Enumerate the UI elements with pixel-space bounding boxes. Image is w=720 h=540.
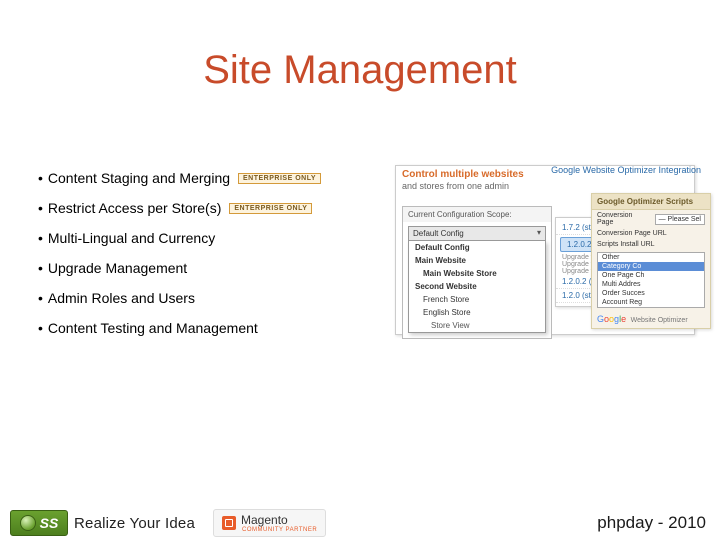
conversion-page-select[interactable]: — Please Sel [655,214,705,225]
magento-text-block: Magento COMMUNITY PARTNER [241,513,317,533]
scope-option[interactable]: Store View [409,319,545,332]
bullet-icon: • [38,320,44,336]
bullet-text: Restrict Access per Store(s) [48,200,222,216]
scope-label: Current Configuration Scope: [403,207,551,222]
globe-icon [20,515,36,531]
magento-icon [222,516,236,530]
oss-text: SS [40,515,59,531]
list-option[interactable]: Multi Addres [598,280,704,289]
list-option[interactable]: Order Succes [598,289,704,298]
optimizer-title: Google Website Optimizer Integration [551,165,701,176]
enterprise-badge: ENTERPRISE ONLY [229,203,312,214]
google-product: Website Optimizer [631,317,688,324]
optimizer-list: Other Category Co One Page Ch Multi Addr… [597,252,705,308]
bullet-icon: • [38,170,44,186]
enterprise-badge: ENTERPRISE ONLY [238,173,321,184]
bullet-icon: • [38,230,44,246]
screenshot-collage: Control multiple websites and stores fro… [395,165,705,345]
google-logo: Google Website Optimizer [592,310,710,324]
optimizer-section-header: Google Optimizer Scripts [592,194,710,210]
list-item: • Restrict Access per Store(s) ENTERPRIS… [38,200,378,216]
event-label: phpday - 2010 [597,513,706,533]
realize-text: Realize Your Idea [74,515,195,532]
magento-subtext: COMMUNITY PARTNER [242,527,317,533]
field-label: Conversion Page [597,212,651,226]
optimizer-row: Scripts Install URL [592,239,710,250]
field-label: Scripts Install URL [597,241,655,248]
scope-dropdown-list: Default Config Main Website Main Website… [408,241,546,333]
slide-title: Site Management [0,48,720,93]
scope-option[interactable]: French Store [409,293,545,306]
footer: SS Realize Your Idea Magento COMMUNITY P… [0,500,720,540]
optimizer-panel: Google Optimizer Scripts Conversion Page… [591,193,711,329]
scope-option[interactable]: English Store [409,306,545,319]
bullet-text: Multi-Lingual and Currency [48,230,215,246]
oss-logo-block: SS Realize Your Idea [10,510,195,536]
list-option[interactable]: Other [598,253,704,262]
bullet-icon: • [38,260,44,276]
bullet-list: • Content Staging and Merging ENTERPRISE… [38,170,378,350]
optimizer-row: Conversion Page — Please Sel [592,210,710,228]
scope-option[interactable]: Second Website [409,280,545,293]
field-label: Conversion Page URL [597,230,667,237]
list-option[interactable]: Category Co [598,262,704,271]
list-item: • Multi-Lingual and Currency [38,230,378,246]
list-item: • Content Testing and Management [38,320,378,336]
slide: Site Management • Content Staging and Me… [0,0,720,540]
oss-badge-icon: SS [10,510,68,536]
list-item: • Content Staging and Merging ENTERPRISE… [38,170,378,186]
list-option[interactable]: One Page Ch [598,271,704,280]
bullet-icon: • [38,290,44,306]
bullet-icon: • [38,200,44,216]
bullet-text: Content Staging and Merging [48,170,230,186]
list-option[interactable]: Account Reg [598,298,704,307]
scope-option[interactable]: Main Website [409,254,545,267]
bullet-text: Content Testing and Management [48,320,258,336]
scope-option[interactable]: Default Config [409,241,545,254]
scope-selector: Current Configuration Scope: Default Con… [402,206,552,339]
scope-dropdown[interactable]: Default Config [408,226,546,241]
bullet-text: Admin Roles and Users [48,290,195,306]
scope-option[interactable]: Main Website Store [409,267,545,280]
optimizer-row: Conversion Page URL [592,228,710,239]
list-item: • Upgrade Management [38,260,378,276]
magento-text: Magento [241,513,317,527]
magento-badge: Magento COMMUNITY PARTNER [213,509,326,537]
list-item: • Admin Roles and Users [38,290,378,306]
bullet-text: Upgrade Management [48,260,187,276]
